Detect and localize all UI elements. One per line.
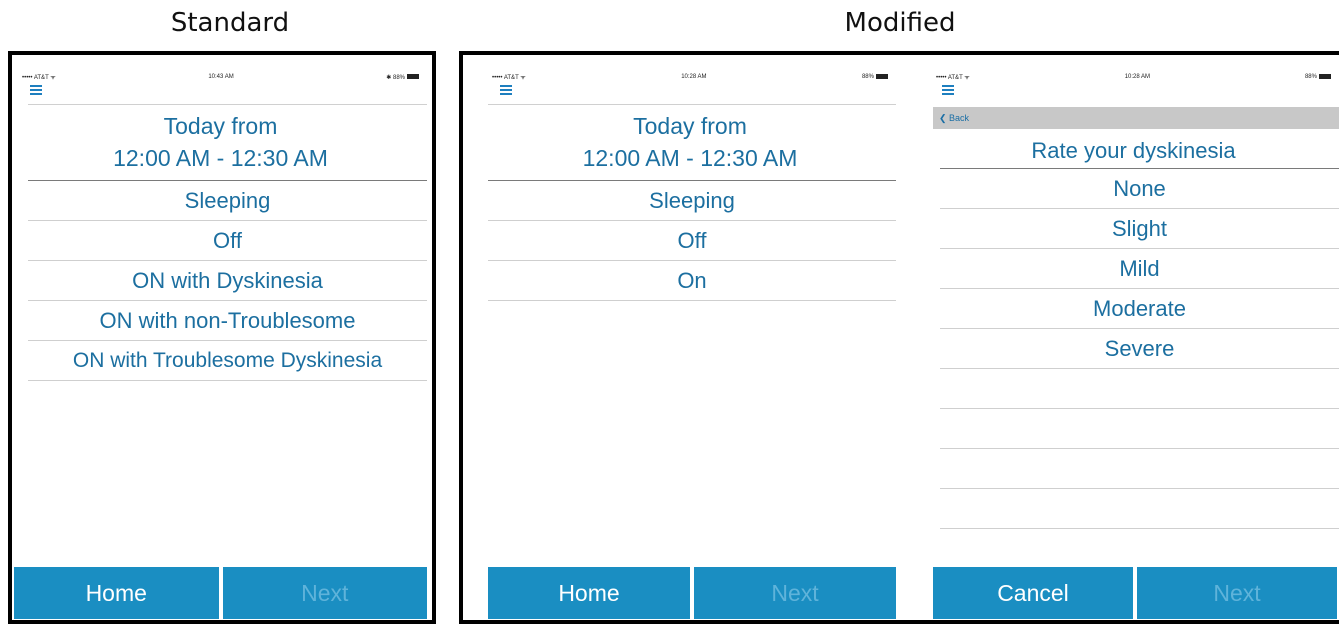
option-off[interactable]: Off xyxy=(488,221,896,261)
option-sleeping[interactable]: Sleeping xyxy=(488,180,896,221)
status-bar: ••••• AT&T ᯤ 10:28 AM 88% xyxy=(936,71,1331,83)
option-slight[interactable]: Slight xyxy=(940,209,1339,249)
hamburger-menu-icon[interactable] xyxy=(942,85,954,95)
option-on-with-dyskinesia[interactable]: ON with Dyskinesia xyxy=(28,261,427,301)
carrier-label: ••••• AT&T ᯤ xyxy=(492,75,526,81)
option-sleeping[interactable]: Sleeping xyxy=(28,180,427,221)
battery-icon xyxy=(875,73,888,79)
option-none[interactable]: None xyxy=(940,168,1339,209)
time-label: 10:43 AM xyxy=(208,74,234,80)
option-off[interactable]: Off xyxy=(28,221,427,261)
home-button[interactable]: Home xyxy=(488,567,690,619)
footer-buttons: Home Next xyxy=(488,567,896,619)
modified-screen-dyskinesia: ••••• AT&T ᯤ 10:28 AM 88% ❮ Back Rate yo… xyxy=(928,55,1339,620)
hamburger-menu-icon[interactable] xyxy=(30,85,42,95)
standard-screen: ••••• AT&T ᯤ 10:43 AM ✱ 88% Today from 1… xyxy=(14,55,427,620)
empty-row xyxy=(940,409,1339,449)
carrier-label: ••••• AT&T ᯤ xyxy=(936,75,970,81)
carrier-label: ••••• AT&T ᯤ xyxy=(22,75,56,81)
header-line-1: Today from xyxy=(633,113,747,139)
option-severe[interactable]: Severe xyxy=(940,329,1339,369)
empty-row xyxy=(940,449,1339,489)
status-bar: ••••• AT&T ᯤ 10:28 AM 88% xyxy=(492,71,888,83)
time-label: 10:28 AM xyxy=(681,74,707,80)
option-on-with-non-troublesome[interactable]: ON with non-Troublesome xyxy=(28,301,427,341)
header-line-1: Today from xyxy=(163,113,278,139)
home-button[interactable]: Home xyxy=(14,567,219,619)
next-button[interactable]: Next xyxy=(1137,567,1337,619)
back-button[interactable]: ❮ Back xyxy=(939,113,969,123)
battery-label: 88% xyxy=(862,73,888,80)
header-line-2: 12:00 AM - 12:30 AM xyxy=(113,145,328,171)
back-bar: ❮ Back xyxy=(933,107,1339,129)
standard-caption: Standard xyxy=(170,8,290,38)
battery-icon xyxy=(406,74,419,80)
battery-label: 88% xyxy=(1305,73,1331,80)
cancel-button[interactable]: Cancel xyxy=(933,567,1133,619)
empty-row xyxy=(940,369,1339,409)
next-button[interactable]: Next xyxy=(222,567,427,619)
hamburger-menu-icon[interactable] xyxy=(500,85,512,95)
battery-label: ✱ 88% xyxy=(386,74,419,81)
dyskinesia-title: Rate your dyskinesia xyxy=(1031,138,1236,163)
modified-caption: Modified xyxy=(844,8,956,38)
time-range-header: Today from 12:00 AM - 12:30 AM xyxy=(484,110,896,174)
time-range-header: Today from 12:00 AM - 12:30 AM xyxy=(14,110,427,174)
next-button[interactable]: Next xyxy=(694,567,896,619)
footer-buttons: Home Next xyxy=(14,567,427,619)
state-options-list: Sleeping Off On xyxy=(488,180,896,301)
option-moderate[interactable]: Moderate xyxy=(940,289,1339,329)
option-on[interactable]: On xyxy=(488,261,896,301)
dyskinesia-options-list: None Slight Mild Moderate Severe xyxy=(940,168,1339,529)
empty-row xyxy=(940,489,1339,529)
option-on-with-troublesome-dyskinesia[interactable]: ON with Troublesome Dyskinesia xyxy=(28,341,427,381)
time-label: 10:28 AM xyxy=(1124,74,1151,80)
state-options-list: Sleeping Off ON with Dyskinesia ON with … xyxy=(28,180,427,381)
footer-buttons: Cancel Next xyxy=(933,567,1337,619)
modified-screen-state: ••••• AT&T ᯤ 10:28 AM 88% Today from 12:… xyxy=(484,55,896,620)
status-bar: ••••• AT&T ᯤ 10:43 AM ✱ 88% xyxy=(22,71,419,83)
battery-icon xyxy=(1318,73,1331,79)
option-mild[interactable]: Mild xyxy=(940,249,1339,289)
header-line-2: 12:00 AM - 12:30 AM xyxy=(582,145,798,171)
